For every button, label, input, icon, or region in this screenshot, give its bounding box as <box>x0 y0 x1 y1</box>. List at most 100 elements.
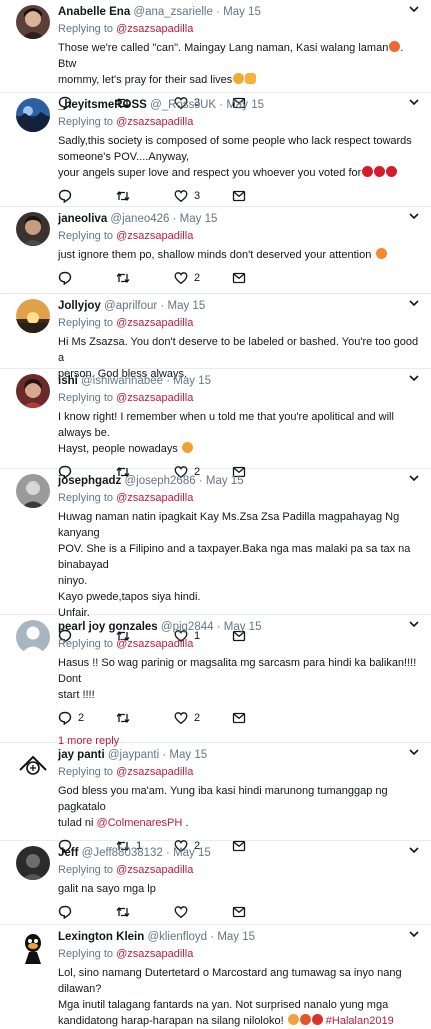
hashtag-link[interactable]: #Halalan2019 <box>326 1015 394 1027</box>
author-handle[interactable]: @ana_zsarielle <box>133 6 212 18</box>
tweet-actions: 2 <box>58 267 423 289</box>
replying-to-link[interactable]: @zsazsapadilla <box>116 392 193 404</box>
mention-link[interactable]: @ColmenaresPH <box>97 817 183 829</box>
chevron-down-icon[interactable] <box>407 471 421 485</box>
author-handle[interactable]: @ishiwannabee <box>81 375 163 387</box>
avatar[interactable] <box>16 374 50 408</box>
retweet-button[interactable] <box>116 189 174 203</box>
like-button[interactable]: 3 <box>174 189 232 203</box>
replying-to: Replying to @zsazsapadilla <box>58 766 194 778</box>
reply-tweet[interactable]: ishi @ishiwannabee · May 15 Replying to … <box>0 369 431 479</box>
tweet-date[interactable]: May 15 <box>224 621 262 633</box>
chevron-down-icon[interactable] <box>407 745 421 759</box>
author-name[interactable]: Lexington Klein <box>58 931 144 943</box>
reply-tweet[interactable]: _heyitsmeROSS @_RosssUK · May 15 Replyin… <box>0 93 431 207</box>
avatar[interactable] <box>16 748 50 782</box>
chevron-down-icon[interactable] <box>407 209 421 223</box>
reply-button[interactable] <box>58 905 116 919</box>
reply-tweet[interactable]: Lexington Klein @klienfloyd · May 15 Rep… <box>0 925 431 1027</box>
chevron-down-icon[interactable] <box>407 617 421 631</box>
replying-to-link[interactable]: @zsazsapadilla <box>116 864 193 876</box>
chevron-down-icon[interactable] <box>407 2 421 16</box>
avatar[interactable] <box>16 5 50 39</box>
reply-tweet[interactable]: Jollyjoy @aprilfour · May 15 Replying to… <box>0 294 431 380</box>
author-handle[interactable]: @pjg2844 <box>161 621 214 633</box>
author-name[interactable]: pearl joy gonzales <box>58 621 158 633</box>
reply-tweet[interactable]: janeoliva @janeo426 · May 15 Replying to… <box>0 207 431 294</box>
author-name[interactable]: ishi <box>58 375 78 387</box>
author-handle[interactable]: @jaypanti <box>108 749 159 761</box>
message-icon <box>232 190 246 202</box>
like-button[interactable] <box>174 905 232 919</box>
replying-to-link[interactable]: @zsazsapadilla <box>116 116 193 128</box>
author-handle[interactable]: @joseph2686 <box>124 475 195 487</box>
reply-tweet[interactable]: jay panti @jaypanti · May 15 Replying to… <box>0 743 431 853</box>
replying-to-link[interactable]: @zsazsapadilla <box>116 317 193 329</box>
angry-face-emoji <box>299 1014 311 1025</box>
author-name[interactable]: jay panti <box>58 749 105 761</box>
retweet-button[interactable] <box>116 271 174 285</box>
like-icon <box>174 906 188 919</box>
retweet-button[interactable] <box>116 711 174 725</box>
chevron-down-icon[interactable] <box>407 371 421 385</box>
avatar[interactable] <box>16 846 50 880</box>
replying-to-link[interactable]: @zsazsapadilla <box>116 638 193 650</box>
avatar[interactable] <box>16 299 50 333</box>
tweet-date[interactable]: May 15 <box>169 749 207 761</box>
chevron-down-icon[interactable] <box>407 843 421 857</box>
avatar[interactable] <box>16 212 50 246</box>
replying-to-link[interactable]: @zsazsapadilla <box>116 948 193 960</box>
like-button[interactable]: 2 <box>174 271 232 285</box>
replying-to-link[interactable]: @zsazsapadilla <box>116 492 193 504</box>
heart-emoji <box>386 166 398 177</box>
like-button[interactable]: 2 <box>174 711 232 725</box>
like-icon <box>174 190 188 203</box>
tweet-date[interactable]: May 15 <box>173 847 211 859</box>
chevron-down-icon[interactable] <box>407 296 421 310</box>
reply-button[interactable] <box>58 189 116 203</box>
author-name[interactable]: janeoliva <box>58 213 107 225</box>
reply-tweet[interactable]: josephgadz @joseph2686 · May 15 Replying… <box>0 469 431 643</box>
message-button[interactable] <box>232 711 290 725</box>
author-handle[interactable]: @janeo426 <box>110 213 169 225</box>
author-handle[interactable]: @aprilfour <box>104 300 157 312</box>
author-name[interactable]: _heyitsmeROSS <box>58 99 147 111</box>
avatar[interactable] <box>16 930 50 964</box>
author-handle[interactable]: @_RosssUK <box>150 99 216 111</box>
tweet-date[interactable]: May 15 <box>180 213 218 225</box>
chevron-down-icon[interactable] <box>407 927 421 941</box>
smiling-face-with-halo-emoji <box>233 73 245 84</box>
reply-icon <box>58 905 72 919</box>
avatar[interactable] <box>16 98 50 132</box>
author-name[interactable]: josephgadz <box>58 475 121 487</box>
like-icon <box>174 712 188 725</box>
like-icon <box>174 272 188 285</box>
reply-button[interactable]: 2 <box>58 711 116 725</box>
tweet-date[interactable]: May 15 <box>168 300 206 312</box>
replying-to-link[interactable]: @zsazsapadilla <box>116 23 193 35</box>
replying-to-link[interactable]: @zsazsapadilla <box>116 230 193 242</box>
reply-tweet[interactable]: Anabelle Ena @ana_zsarielle · May 15 Rep… <box>0 0 431 110</box>
avatar[interactable] <box>16 474 50 508</box>
message-button[interactable] <box>232 271 290 285</box>
tweet-date[interactable]: May 15 <box>223 6 261 18</box>
avatar[interactable] <box>16 620 50 654</box>
tweet-date[interactable]: May 15 <box>206 475 244 487</box>
message-button[interactable] <box>232 189 290 203</box>
reply-tweet[interactable]: pearl joy gonzales @pjg2844 · May 15 Rep… <box>0 615 431 747</box>
reply-button[interactable] <box>58 271 116 285</box>
author-name[interactable]: Anabelle Ena <box>58 6 130 18</box>
chevron-down-icon[interactable] <box>407 95 421 109</box>
replying-to-link[interactable]: @zsazsapadilla <box>116 766 193 778</box>
tweet-date[interactable]: May 15 <box>173 375 211 387</box>
reply-tweet[interactable]: Jeff @Jeff88038132 · May 15 Replying to … <box>0 841 431 925</box>
author-name[interactable]: Jeff <box>58 847 78 859</box>
author-handle[interactable]: @Jeff88038132 <box>82 847 163 859</box>
author-handle[interactable]: @klienfloyd <box>147 931 207 943</box>
message-button[interactable] <box>232 905 290 919</box>
face-blowing-kiss-emoji <box>376 248 388 259</box>
tweet-date[interactable]: May 15 <box>226 99 264 111</box>
author-name[interactable]: Jollyjoy <box>58 300 101 312</box>
tweet-date[interactable]: May 15 <box>217 931 255 943</box>
retweet-button[interactable] <box>116 905 174 919</box>
